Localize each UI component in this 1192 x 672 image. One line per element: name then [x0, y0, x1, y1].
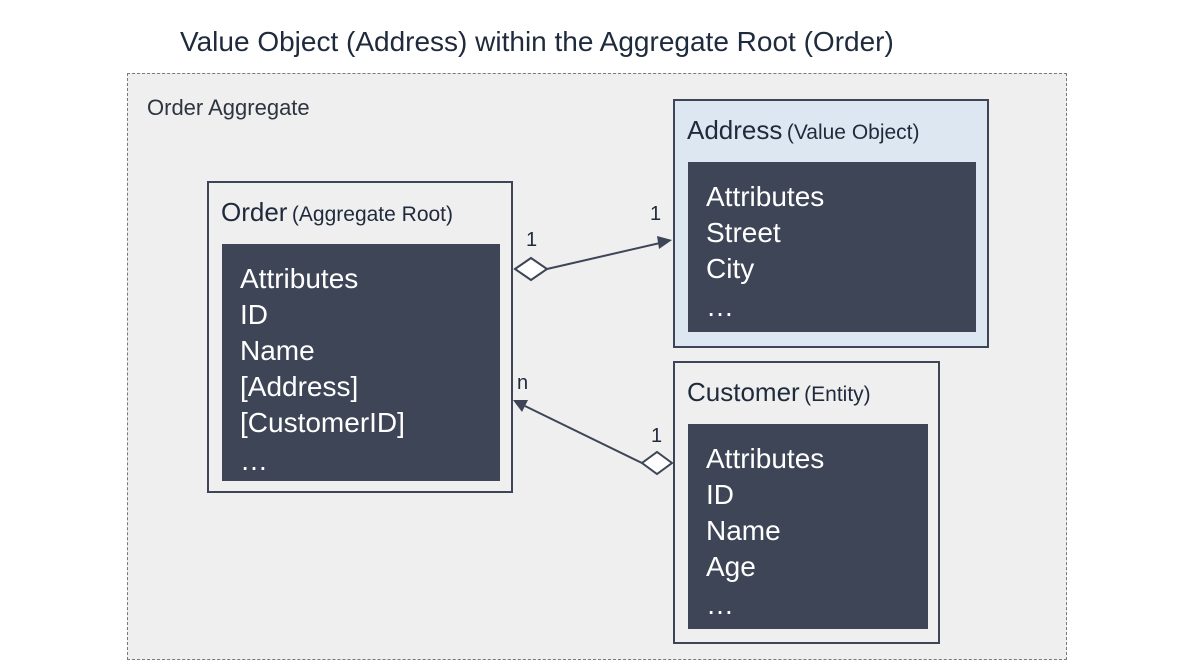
aggregation-diamond	[513, 256, 549, 282]
order-address-line	[546, 242, 661, 270]
multiplicity-label: n	[517, 372, 529, 394]
customer-order-line	[524, 405, 643, 464]
diagram-page: Value Object (Address) within the Aggreg…	[0, 0, 1192, 672]
multiplicity-label: 1	[650, 203, 662, 225]
multiplicity-label: 1	[526, 229, 538, 251]
arrowhead	[657, 236, 672, 249]
connectors-layer	[513, 236, 674, 476]
aggregation-diamond	[640, 450, 674, 476]
multiplicity-label: 1	[651, 425, 663, 447]
